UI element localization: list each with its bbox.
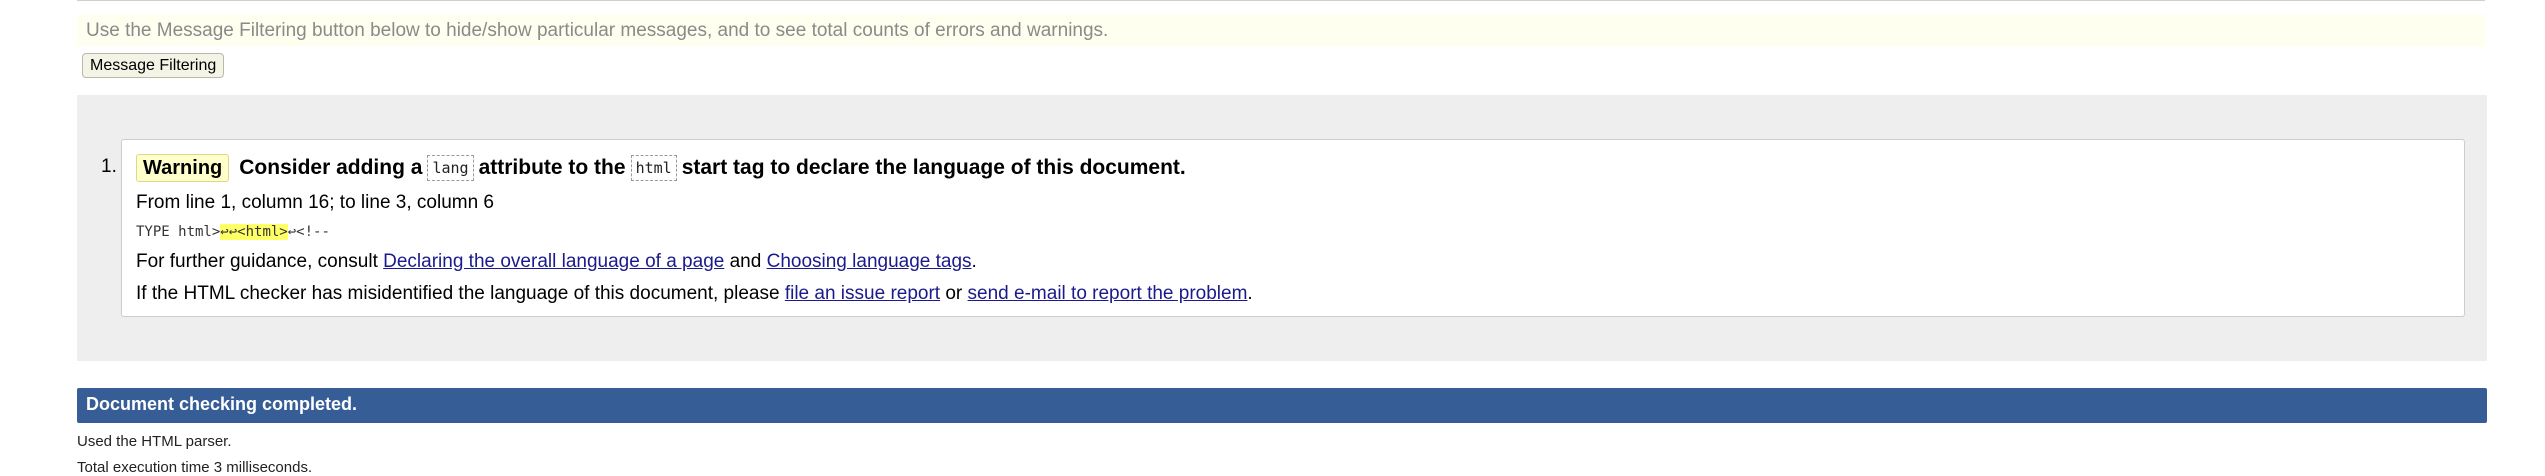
message-title-part2: attribute to the xyxy=(478,156,626,179)
declaring-language-link[interactable]: Declaring the overall language of a page xyxy=(383,251,724,272)
top-divider xyxy=(77,0,2485,1)
message-title: Consider adding a lang attribute to the … xyxy=(239,155,1186,181)
guidance-prefix: For further guidance, consult xyxy=(136,251,378,272)
checking-completed-bar: Document checking completed. xyxy=(77,388,2487,423)
message-title-part3: start tag to declare the language of thi… xyxy=(681,156,1186,179)
guidance-line: For further guidance, consult Declaring … xyxy=(136,251,977,273)
message-title-part1: Consider adding a xyxy=(239,156,423,179)
report-line: If the HTML checker has misidentified th… xyxy=(136,283,1253,305)
extract-highlight: ↩↩<html> xyxy=(220,224,288,240)
execution-time: Total execution time 3 milliseconds. xyxy=(77,459,313,476)
filtering-info-text: Use the Message Filtering button below t… xyxy=(86,20,1109,41)
message-heading: Warning Consider adding a lang attribute… xyxy=(136,154,1186,182)
file-issue-report-link[interactable]: file an issue report xyxy=(785,283,940,304)
guidance-and: and xyxy=(729,251,762,272)
message-item: Warning Consider adding a lang attribute… xyxy=(121,139,2465,317)
report-prefix: If the HTML checker has misidentified th… xyxy=(136,283,780,304)
code-token-html: html xyxy=(630,155,677,181)
message-filtering-button[interactable]: Message Filtering xyxy=(82,53,225,78)
checking-completed-text: Document checking completed. xyxy=(86,394,358,414)
extract-after: ↩<!-- xyxy=(287,224,330,240)
choosing-language-tags-link[interactable]: Choosing language tags xyxy=(767,251,972,272)
results-panel: 1. Warning Consider adding a lang attrib… xyxy=(77,95,2487,361)
extract-before: TYPE html> xyxy=(136,224,221,240)
parser-info: Used the HTML parser. xyxy=(77,433,232,450)
source-extract: TYPE html>↩↩<html>↩<!-- xyxy=(136,224,330,240)
report-suffix: . xyxy=(1247,283,1253,304)
report-or: or xyxy=(945,283,963,304)
guidance-suffix: . xyxy=(971,251,977,272)
message-number: 1. xyxy=(101,156,117,177)
message-location: From line 1, column 16; to line 3, colum… xyxy=(136,192,495,213)
send-email-report-link[interactable]: send e-mail to report the problem xyxy=(968,283,1248,304)
code-token-lang: lang xyxy=(427,155,474,181)
filtering-info-banner: Use the Message Filtering button below t… xyxy=(77,14,2485,46)
warning-badge: Warning xyxy=(136,154,230,182)
